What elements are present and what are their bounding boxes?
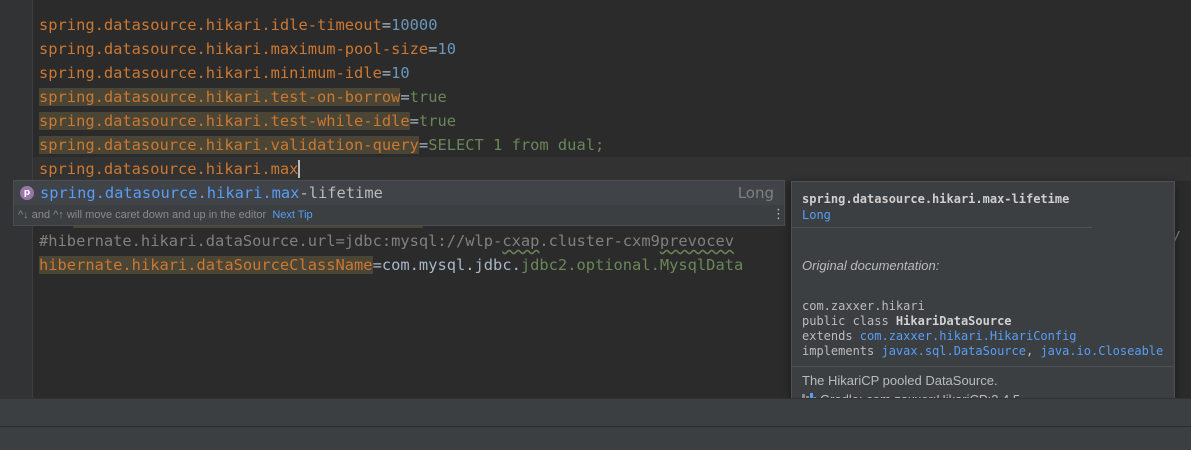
- ide-window: spring.datasource.hikari.idle-timeout=10…: [0, 0, 1191, 450]
- completion-hint: ^↓ and ^↑ will move caret down and up in…: [18, 207, 313, 223]
- code-line-3[interactable]: spring.datasource.hikari.minimum-idle=10: [39, 61, 410, 85]
- comment-text: #hibernate.hikari.dataSource.url=jdbc:my…: [39, 232, 503, 250]
- doc-extends-link[interactable]: com.zaxxer.hikari.HikariConfig: [860, 329, 1077, 343]
- doc-class-name: HikariDataSource: [895, 314, 1012, 328]
- comment-text: .cluster-cxm9: [539, 232, 660, 250]
- property-key: spring.datasource.hikari.minimum-idle: [39, 64, 382, 82]
- doc-extends-prefix: extends: [802, 329, 860, 343]
- doc-implements-line: implements javax.sql.DataSource, java.io…: [802, 344, 1163, 359]
- property-key: spring.datasource.hikari.test-on-borrow: [39, 88, 401, 106]
- completion-item-selected[interactable]: p spring.datasource.hikari.max-lifetime …: [14, 181, 784, 205]
- tool-window-bar[interactable]: [0, 398, 1191, 426]
- equals-sign: =: [418, 136, 429, 154]
- code-line-comment[interactable]: #hibernate.hikari.dataSource.url=jdbc:my…: [39, 229, 734, 253]
- completion-item-type: Long: [737, 184, 774, 202]
- property-value: 10000: [391, 16, 438, 34]
- typo-word: prevocev: [659, 232, 734, 250]
- doc-class-line: public class HikariDataSource: [802, 314, 1012, 329]
- more-options-icon[interactable]: ⋮: [772, 207, 785, 223]
- property-key: spring.datasource.hikari.test-while-idle: [39, 112, 410, 130]
- doc-title: spring.datasource.hikari.max-lifetime: [802, 192, 1070, 206]
- doc-implements-link-datasource[interactable]: javax.sql.DataSource: [881, 344, 1026, 358]
- doc-heading: Original documentation:: [802, 258, 940, 273]
- doc-divider: [792, 227, 1092, 228]
- documentation-popup[interactable]: spring.datasource.hikari.max-lifetime Lo…: [791, 181, 1175, 431]
- doc-divider: [792, 366, 1174, 367]
- package-name: com.mysql.jdbc.: [381, 256, 521, 274]
- property-value: 10: [391, 64, 410, 82]
- completion-hint-text: ^↓ and ^↑ will move caret down and up in…: [18, 209, 267, 221]
- doc-type-link[interactable]: Long: [802, 208, 831, 222]
- code-line-4[interactable]: spring.datasource.hikari.test-on-borrow=…: [39, 85, 447, 109]
- doc-package: com.zaxxer.hikari: [802, 299, 925, 313]
- equals-sign: =: [409, 112, 419, 130]
- status-bar[interactable]: [0, 426, 1191, 450]
- doc-extends-line: extends com.zaxxer.hikari.HikariConfig: [802, 329, 1077, 344]
- equals-sign: =: [381, 16, 392, 34]
- code-line-5[interactable]: spring.datasource.hikari.test-while-idle…: [39, 109, 456, 133]
- equals-sign: =: [381, 64, 392, 82]
- completion-match-text: spring.datasource.hikari.max: [40, 184, 300, 202]
- property-key: hibernate.hikari.dataSourceClassName: [39, 256, 373, 274]
- property-value: true: [409, 88, 447, 106]
- equals-sign: =: [400, 88, 410, 106]
- doc-implements-link-closeable[interactable]: java.io.Closeable: [1040, 344, 1163, 358]
- text-caret: [298, 159, 301, 178]
- doc-description: The HikariCP pooled DataSource.: [802, 373, 998, 388]
- property-key: spring.datasource.hikari.validation-quer…: [39, 136, 419, 154]
- property-value: 10: [437, 40, 456, 58]
- typo-word: cxap: [502, 232, 540, 250]
- property-key: spring.datasource.hikari.max: [39, 160, 299, 178]
- property-key: spring.datasource.hikari.idle-timeout: [39, 16, 382, 34]
- completion-item-label: spring.datasource.hikari.max-lifetime: [40, 181, 383, 205]
- equals-sign: =: [372, 256, 382, 274]
- code-completion-popup[interactable]: p spring.datasource.hikari.max-lifetime …: [13, 180, 785, 226]
- code-line-6[interactable]: spring.datasource.hikari.validation-quer…: [39, 133, 604, 157]
- property-value: true: [418, 112, 456, 130]
- class-name: jdbc2.optional.MysqlData: [520, 256, 744, 274]
- code-line-1[interactable]: spring.datasource.hikari.idle-timeout=10…: [39, 13, 437, 37]
- code-line-classname[interactable]: hibernate.hikari.dataSourceClassName=com…: [39, 253, 743, 277]
- property-value: SELECT 1 from dual;: [428, 136, 605, 154]
- next-tip-link[interactable]: Next Tip: [272, 209, 312, 221]
- property-icon: p: [20, 186, 34, 200]
- code-line-7[interactable]: spring.datasource.hikari.max: [39, 157, 301, 181]
- property-key: spring.datasource.hikari.maximum-pool-si…: [39, 40, 429, 58]
- doc-implements-separator: ,: [1025, 344, 1041, 358]
- doc-implements-prefix: implements: [802, 344, 882, 358]
- code-line-2[interactable]: spring.datasource.hikari.maximum-pool-si…: [39, 37, 456, 61]
- doc-class-prefix: public class: [802, 314, 896, 328]
- completion-rest-text: -lifetime: [299, 184, 383, 202]
